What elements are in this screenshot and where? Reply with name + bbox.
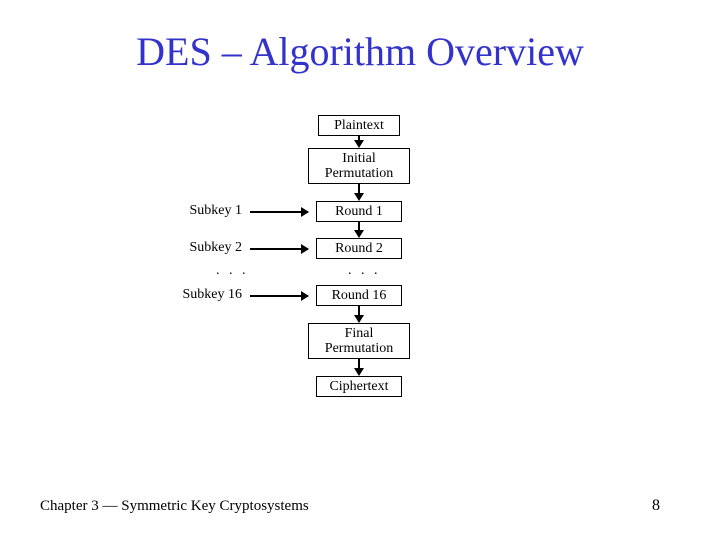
arrow-right-icon [250,295,308,297]
box-round-1: Round 1 [316,201,402,222]
label-subkey-1: Subkey 1 [172,203,242,219]
slide: DES – Algorithm Overview Plaintext Initi… [0,0,720,540]
label-subkey-2: Subkey 2 [172,240,242,256]
ellipsis-subkeys: . . . [216,263,249,279]
box-round-2: Round 2 [316,238,402,259]
arrow-icon [354,184,364,201]
arrow-right-icon [250,211,308,213]
initial-perm-l2: Permutation [325,166,393,181]
des-flow-diagram: Plaintext Initial Permutation Round 1 Su… [198,115,458,445]
arrow-icon [354,359,364,376]
box-initial-permutation: Initial Permutation [308,148,410,184]
slide-title: DES – Algorithm Overview [0,28,720,75]
final-perm-l2: Permutation [325,341,393,356]
box-ciphertext: Ciphertext [316,376,402,397]
footer-chapter: Chapter 3 — Symmetric Key Cryptosystems [40,498,309,515]
box-final-permutation: Final Permutation [308,323,410,359]
box-plaintext: Plaintext [318,115,400,136]
footer-page-number: 8 [652,497,660,515]
arrow-icon [354,136,364,148]
ellipsis-rounds: . . . [348,263,381,279]
arrow-icon [354,222,364,238]
arrow-icon [354,306,364,323]
label-subkey-16: Subkey 16 [172,287,242,303]
initial-perm-l1: Initial [342,151,375,166]
final-perm-l1: Final [345,326,374,341]
box-round-16: Round 16 [316,285,402,306]
arrow-right-icon [250,248,308,250]
